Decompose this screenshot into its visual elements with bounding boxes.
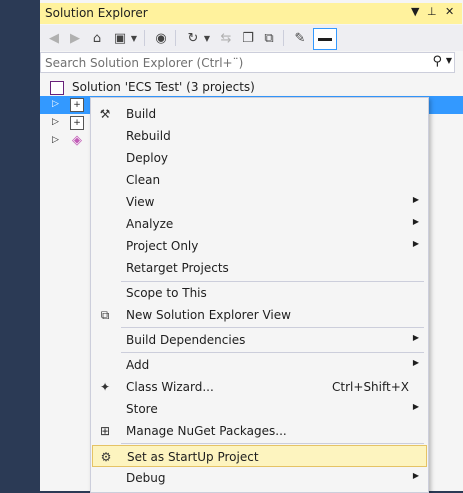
submenu-arrow-icon: ▶ <box>412 195 419 204</box>
gear-icon: ⚙ <box>100 450 112 464</box>
menu-item-label: Deploy <box>126 151 169 165</box>
menu-item-label: View <box>126 195 155 209</box>
solution-icon <box>50 81 64 95</box>
menu-separator <box>121 352 424 353</box>
menu-item-shortcut: Ctrl+Shift+X <box>332 380 409 394</box>
menu-item-debug[interactable]: Debug ▶ <box>92 467 427 489</box>
menu-item-set-as-startup-project[interactable]: ⚙ Set as StartUp Project <box>92 445 427 467</box>
switch-views-icon[interactable]: ▣ <box>112 29 128 47</box>
expand-arrow-icon[interactable]: ▷ <box>52 135 59 145</box>
menu-separator <box>121 443 424 444</box>
chevron-down-icon[interactable]: ▼ <box>202 29 212 47</box>
submenu-arrow-icon: ▶ <box>412 217 419 226</box>
toolbar-separator <box>175 30 176 46</box>
expand-arrow-icon[interactable]: ▷ <box>52 99 59 109</box>
cpp-project-icon: + <box>70 98 84 112</box>
menu-item-label: Build <box>126 107 157 121</box>
nuget-icon: ⊞ <box>99 424 111 438</box>
pending-changes-filter-icon[interactable]: ↻ <box>185 29 201 47</box>
menu-item-label: Class Wizard... <box>126 380 214 394</box>
expand-arrow-icon[interactable]: ▷ <box>52 117 59 127</box>
menu-item-build-dependencies[interactable]: Build Dependencies ▶ <box>92 329 427 351</box>
submenu-arrow-icon: ▶ <box>412 333 419 342</box>
menu-item-new-solution-explorer-view[interactable]: ⧉ New Solution Explorer View <box>92 304 427 326</box>
submenu-arrow-icon: ▶ <box>412 358 419 367</box>
close-icon[interactable]: ✕ <box>445 5 454 18</box>
solution-label: Solution 'ECS Test' (3 projects) <box>72 80 255 94</box>
menu-item-class-wizard[interactable]: ✦ Class Wizard... Ctrl+Shift+X <box>92 376 427 398</box>
new-view-icon: ⧉ <box>100 308 110 322</box>
chevron-down-icon[interactable]: ▼ <box>129 29 139 47</box>
solution-explorer-titlebar[interactable]: Solution Explorer ▼ ⊥ ✕ <box>40 3 462 24</box>
menu-item-build[interactable]: ⚒ Build <box>92 103 427 125</box>
menu-item-label: New Solution Explorer View <box>126 308 291 322</box>
show-all-files-icon[interactable]: ⧉ <box>261 29 277 47</box>
submenu-arrow-icon: ▶ <box>412 402 419 411</box>
submenu-arrow-icon: ▶ <box>412 239 419 248</box>
build-icon: ⚒ <box>99 107 111 121</box>
menu-item-label: Retarget Projects <box>126 261 229 275</box>
toolbar-separator <box>144 30 145 46</box>
search-input[interactable]: Search Solution Explorer (Ctrl+¨) ⚲ ▼ <box>40 52 455 73</box>
menu-item-scope-to-this[interactable]: Scope to This <box>92 282 427 304</box>
web-icon[interactable]: ◉ <box>153 29 169 47</box>
menu-item-label: Project Only <box>126 239 199 253</box>
tree-item-solution[interactable]: Solution 'ECS Test' (3 projects) <box>40 78 463 96</box>
back-icon[interactable]: ◀ <box>46 29 62 47</box>
window-position-dropdown-icon[interactable]: ▼ <box>411 5 419 18</box>
menu-item-deploy[interactable]: Deploy <box>92 147 427 169</box>
submenu-arrow-icon: ▶ <box>412 471 419 480</box>
menu-item-label: Rebuild <box>126 129 171 143</box>
class-wizard-icon: ✦ <box>99 380 111 394</box>
menu-item-rebuild[interactable]: Rebuild <box>92 125 427 147</box>
properties-wrench-icon[interactable]: ✎ <box>292 29 308 47</box>
menu-item-retarget-projects[interactable]: Retarget Projects <box>92 257 427 279</box>
menu-item-label: Manage NuGet Packages... <box>126 424 287 438</box>
menu-item-label: Analyze <box>126 217 174 231</box>
menu-item-store[interactable]: Store ▶ <box>92 398 427 420</box>
menu-item-label: Clean <box>126 173 161 187</box>
menu-item-label: Set as StartUp Project <box>127 450 259 464</box>
menu-item-label: Debug <box>126 471 166 485</box>
menu-item-label: Build Dependencies <box>126 333 246 347</box>
forward-icon[interactable]: ▶ <box>67 29 83 47</box>
menu-item-view[interactable]: View ▶ <box>92 191 427 213</box>
menu-item-analyze[interactable]: Analyze ▶ <box>92 213 427 235</box>
shared-project-icon: ◈ <box>72 133 82 148</box>
auto-hide-pin-icon[interactable]: ⊥ <box>427 5 437 18</box>
menu-item-project-only[interactable]: Project Only ▶ <box>92 235 427 257</box>
chevron-down-icon[interactable]: ▼ <box>446 56 452 65</box>
search-placeholder: Search Solution Explorer (Ctrl+¨) <box>45 56 244 70</box>
toolbar-separator <box>283 30 284 46</box>
cpp-project-icon: + <box>70 116 84 130</box>
search-icon[interactable]: ⚲ <box>432 54 442 69</box>
menu-item-add[interactable]: Add ▶ <box>92 354 427 376</box>
menu-item-clean[interactable]: Clean <box>92 169 427 191</box>
project-context-menu: ⚒ Build Rebuild Deploy Clean View ▶ Anal… <box>90 97 429 493</box>
sync-with-document-icon[interactable]: ⇆ <box>218 29 234 47</box>
menu-item-label: Store <box>126 402 158 416</box>
collapse-all-icon[interactable]: ❐ <box>240 29 256 47</box>
menu-item-label: Scope to This <box>126 286 207 300</box>
home-icon[interactable]: ⌂ <box>89 29 105 47</box>
menu-separator <box>121 327 424 328</box>
desktop-background <box>0 0 40 491</box>
solution-explorer-toolbar: ◀ ▶ ⌂ ▣ ▼ ◉ ↻ ▼ ⇆ ❐ ⧉ ✎ <box>40 25 463 51</box>
menu-item-manage-nuget-packages[interactable]: ⊞ Manage NuGet Packages... <box>92 420 427 442</box>
preview-selected-items-icon[interactable] <box>313 28 337 50</box>
panel-title: Solution Explorer <box>45 6 148 20</box>
menu-item-label: Add <box>126 358 150 372</box>
